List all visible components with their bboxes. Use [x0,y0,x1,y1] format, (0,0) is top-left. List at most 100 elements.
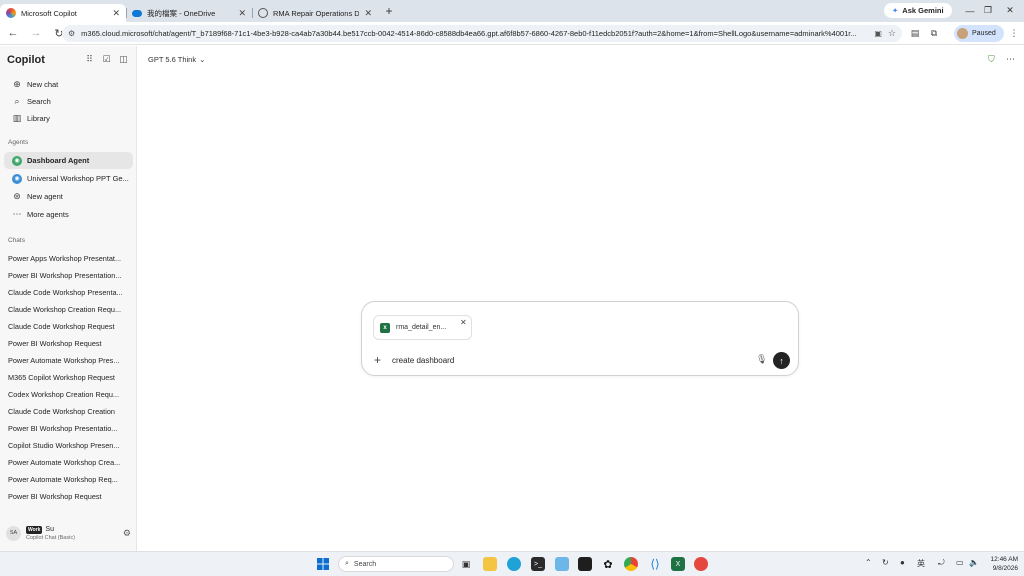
tray-app-icon[interactable]: ● [900,558,905,567]
sidebar-item-label: New chat [27,80,59,89]
back-icon[interactable]: ← [3,23,23,43]
tab-onedrive[interactable]: 我的檔案 - OneDrive ✕ [126,4,253,22]
more-options-icon[interactable]: ⋯ [1006,54,1015,65]
globe-favicon-icon [258,8,268,18]
add-attachment-icon[interactable]: + [374,353,381,367]
chrome-icon[interactable] [624,557,638,571]
sidebar-item-library[interactable]: ▥ Library [4,110,133,127]
chat-list-item[interactable]: Power BI Workshop Presentatio... [0,420,128,437]
minimize-window-icon[interactable]: — [960,3,980,18]
profile-paused-button[interactable]: Paused [954,25,1004,42]
sidebar-item-new-agent[interactable]: ⊛ New agent [4,188,133,205]
chats-section: Chats Power Apps Workshop Presentat... Po… [0,233,137,505]
url-text: m365.cloud.microsoft/chat/agent/T_b7189f… [81,29,857,38]
profile-status-label: Paused [972,30,996,37]
chat-list-item[interactable]: Power Automate Workshop Req... [0,471,128,488]
chat-list-item[interactable]: Claude Code Workshop Creation [0,403,128,420]
windows-start-icon[interactable] [316,557,330,571]
chat-list-item[interactable]: Power BI Workshop Request [0,335,128,352]
address-bar[interactable]: ⚙ m365.cloud.microsoft/chat/agent/T_b718… [62,25,902,42]
edge-icon[interactable] [507,557,521,571]
network-icon[interactable]: ▭ [956,558,964,567]
sidebar-item-dashboard-agent[interactable]: ◉ Dashboard Agent [4,152,133,169]
remove-attachment-icon[interactable]: ✕ [460,318,467,327]
chat-list-item[interactable]: Power BI Workshop Presentation... [0,267,128,284]
tab-search-icon[interactable]: ▤ [907,25,923,42]
excel-icon[interactable]: X [671,557,685,571]
bookmark-star-icon[interactable]: ☆ [888,28,896,39]
forward-icon[interactable]: → [26,23,46,43]
dashboard-agent-icon: ◉ [12,155,22,166]
attachment-chip[interactable]: x rma_detail_en... [373,315,472,340]
chat-list-item[interactable]: Power Apps Workshop Presentat... [0,250,128,267]
chat-list: Power Apps Workshop Presentat... Power BI… [0,250,137,505]
extensions-icon[interactable]: ⧉ [926,25,942,42]
site-info-icon[interactable]: ⚙ [68,29,75,38]
browser-toolbar: ← → ↻ ⚙ m365.cloud.microsoft/chat/agent/… [0,22,1024,45]
microphone-icon[interactable]: 🎙 [756,354,767,365]
tab-close-icon[interactable]: ✕ [238,8,246,19]
tray-chevron-up-icon[interactable]: ⌃ [865,558,872,567]
system-clock[interactable]: 12:46 AM 9/8/2026 [982,555,1018,573]
chat-list-item[interactable]: Copilot Studio Workshop Presen... [0,437,128,454]
sidebar-item-label: Search [27,97,51,106]
shield-check-icon[interactable]: ⛉ [988,54,995,65]
vscode-icon[interactable]: ⟨⟩ [648,557,662,571]
new-tab-button[interactable]: + [380,2,398,20]
chat-list-item[interactable]: M365 Copilot Workshop Request [0,369,128,386]
sidebar-item-search[interactable]: ⌕ Search [4,93,133,110]
sidebar-nav: ⊕ New chat ⌕ Search ▥ Library [0,76,137,127]
app-red-icon[interactable] [694,557,708,571]
terminal-icon[interactable]: >_ [531,557,545,571]
chat-list-item[interactable]: Power Automate Workshop Pres... [0,352,128,369]
clock-time: 12:46 AM [990,556,1018,563]
excel-file-icon: x [380,322,390,333]
file-explorer-icon[interactable] [483,557,497,571]
tab-microsoft-copilot[interactable]: Microsoft Copilot ✕ [0,4,127,22]
chats-heading: Chats [8,236,25,244]
sidebar-item-label: Universal Workshop PPT Ge... [27,174,129,183]
work-badge: Work [26,525,43,534]
close-window-icon[interactable]: ✕ [1000,3,1020,18]
windows-taskbar: ⌕ Search ▣ >_ ✿ ⟨⟩ X ⌃ ↻ ● 英 ⤾ ▭ 🔈 12:46… [0,551,1024,576]
chevron-down-icon: ⌄ [199,55,206,64]
sidebar-item-universal-workshop[interactable]: ◉ Universal Workshop PPT Ge... [4,170,133,187]
no-tracking-icon[interactable]: ▣ [874,29,882,38]
notebook-icon[interactable]: ☑ [101,54,112,65]
collapse-sidebar-icon[interactable]: ◫ [118,54,129,65]
copilot-sidebar: Copilot ⠿ ☑ ◫ ⊕ New chat ⌕ Search ▥ Libr… [0,46,137,551]
cmd-icon[interactable] [578,557,592,571]
browser-menu-icon[interactable]: ⋮ [1006,25,1022,42]
send-button[interactable]: ↑ [773,352,790,369]
app-launcher-icon[interactable]: ⠿ [84,54,95,65]
chat-list-item[interactable]: Codex Workshop Creation Requ... [0,386,128,403]
tray-input-icon[interactable]: ⤾ [938,558,945,568]
sidebar-item-new-chat[interactable]: ⊕ New chat [4,76,133,93]
volume-icon[interactable]: 🔈 [969,558,979,567]
task-view-icon[interactable]: ▣ [459,557,473,571]
ime-indicator[interactable]: 英 [917,558,925,569]
tab-close-icon[interactable]: ✕ [364,8,372,19]
chat-list-item[interactable]: Claude Code Workshop Request [0,318,128,335]
ask-gemini-button[interactable]: ✦ Ask Gemini [884,3,952,18]
chat-list-item[interactable]: Claude Code Workshop Presenta... [0,284,128,301]
chat-list-item[interactable]: Power Automate Workshop Crea... [0,454,128,471]
sidebar-item-label: Library [27,114,50,123]
settings-gear-icon[interactable]: ⚙ [123,528,131,539]
sidebar-item-more-agents[interactable]: ⋯ More agents [4,206,133,223]
tab-close-icon[interactable]: ✕ [112,8,120,19]
taskbar-search[interactable]: ⌕ Search [338,556,454,572]
photos-icon[interactable] [555,557,569,571]
tab-rma-dashboard[interactable]: RMA Repair Operations Dashb ✕ [252,4,378,22]
workshop-agent-icon: ◉ [12,173,22,184]
user-profile[interactable]: SA Work Su Copilot Chat (Basic) ⚙ [6,523,131,543]
restore-window-icon[interactable]: ❐ [978,3,998,18]
profile-avatar [957,28,968,39]
search-icon: ⌕ [14,96,20,106]
prompt-input[interactable]: create dashboard [392,356,454,365]
chat-list-item[interactable]: Power BI Workshop Request [0,488,128,505]
chatgpt-icon[interactable]: ✿ [601,557,615,571]
tray-sync-icon[interactable]: ↻ [882,558,889,567]
chat-list-item[interactable]: Claude Workshop Creation Requ... [0,301,128,318]
model-selector[interactable]: GPT 5.6 Think ⌄ [148,55,205,64]
